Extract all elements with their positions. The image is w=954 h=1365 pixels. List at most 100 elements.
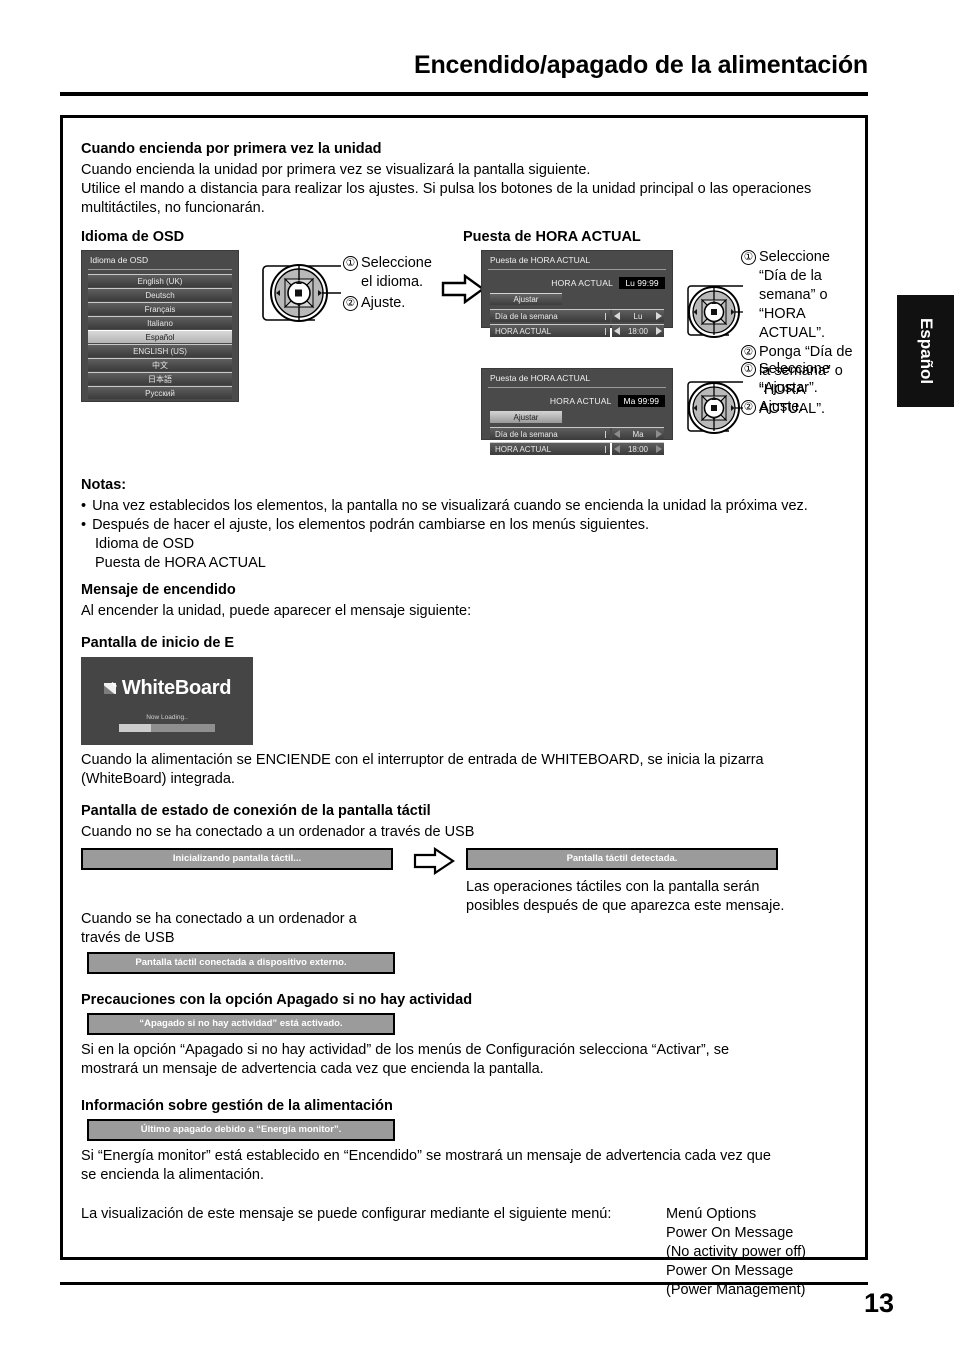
bullet-icon: • (81, 498, 87, 514)
note-bullet-1: Una vez establecidos los elementos, la p… (92, 498, 808, 514)
heading-power-message: Mensaje de encendido (81, 582, 236, 598)
clock-row-value: Ma (612, 428, 664, 440)
step-row: ① Seleccione el idioma. (343, 254, 443, 292)
first-power-line1: Cuando encienda la unidad por primera ve… (81, 162, 591, 178)
heading-power-management: Información sobre gestión de la alimenta… (81, 1098, 393, 1114)
heading-whiteboard: Pantalla de inicio de E (81, 635, 235, 651)
osd-language-item[interactable]: 日本語 (88, 372, 232, 385)
config-menu-line: Power On Message (666, 1263, 794, 1279)
osd-language-steps: ① Seleccione el idioma. ② Ajuste. (343, 254, 443, 313)
config-menu-intro: La visualización de este mensaje se pued… (81, 1206, 612, 1222)
step-row: ② Ajuste. (343, 294, 443, 313)
msg-initializing-touch: Inicializando pantalla táctil... (81, 848, 393, 870)
osd-language-item[interactable]: 中文 (88, 358, 232, 371)
whiteboard-splash-wrapper: WhiteBoard Now Loading.. (81, 655, 853, 751)
osd-language-item[interactable]: English (UK) (88, 274, 232, 287)
msg-touch-detected: Pantalla táctil detectada. (466, 848, 778, 870)
clock-row-value: 18:00 (612, 443, 664, 455)
clock-row-value-text: 18:00 (627, 327, 649, 336)
whiteboard-splash-screen: WhiteBoard Now Loading.. (81, 657, 253, 745)
step-number: ① (343, 256, 358, 271)
whiteboard-progress-bar (119, 723, 215, 732)
whiteboard-loading-text: Now Loading.. (146, 713, 188, 721)
touch-case1-label: Cuando no se ha conectado a un ordenador… (81, 824, 475, 840)
no-activity-line2: mostrará un mensaje de advertencia cada … (81, 1061, 544, 1077)
content-inner: Cuando encienda por primera vez la unida… (81, 140, 853, 1305)
setup-diagrams: Idioma de OSD English (UK) Deutsch Françai… (81, 249, 853, 476)
power-management-line2: se encienda la alimentación. (81, 1167, 264, 1183)
clock-row-label: Día de la semana (490, 428, 610, 440)
note-bullet-row: • Después de hacer el ajuste, los elemen… (81, 516, 853, 535)
step-text: Seleccione el idioma. (361, 255, 432, 290)
current-time-label: HORA ACTUAL (551, 278, 613, 288)
osd-language-item[interactable]: ENGLISH (US) (88, 344, 232, 357)
step-row: ② Ajuste. (741, 398, 859, 417)
right-arrow-icon[interactable] (656, 445, 662, 453)
current-time-label: HORA ACTUAL (549, 396, 612, 406)
right-arrow-icon[interactable] (656, 327, 662, 335)
first-power-line2: Utilice el mando a distancia para realiz… (81, 181, 812, 197)
whiteboard-line1: Cuando la alimentación se ENCIENDE con e… (81, 752, 764, 768)
msg-last-power-off: Último apagado debido a “Energía monitor… (87, 1119, 395, 1141)
note-sub-2: Puesta de HORA ACTUAL (95, 555, 266, 571)
left-arrow-icon[interactable] (614, 430, 620, 438)
left-arrow-icon[interactable] (614, 445, 620, 453)
left-arrow-icon[interactable] (614, 327, 620, 335)
step-number: ① (741, 250, 756, 265)
current-time-value: Lu 99:99 (619, 277, 665, 289)
clock-row-weekday[interactable]: Día de la semana Ma (490, 427, 664, 440)
clock-row-label: Día de la semana (490, 310, 610, 322)
page-title: Encendido/apagado de la alimentación (413, 51, 868, 79)
page-header: Encendido/apagado de la alimentación (60, 48, 868, 98)
clock-panel-1-title: Puesta de HORA ACTUAL (490, 255, 591, 265)
osd-language-item[interactable]: Deutsch (88, 288, 232, 301)
touch-case2-label-line1: Cuando se ha conectado a un ordenador a (81, 911, 357, 927)
config-menu-line: (No activity power off) (666, 1244, 806, 1260)
step-number: ① (741, 362, 756, 377)
osd-language-item[interactable]: Français (88, 302, 232, 315)
clock-panel-2-current: HORA ACTUAL Ma 99:99 (482, 388, 672, 410)
osd-language-panel-title: Idioma de OSD (90, 255, 149, 265)
clock-row-label: HORA ACTUAL (490, 443, 610, 455)
heading-notes: Notas: (81, 477, 127, 493)
clock-row-label: HORA ACTUAL (490, 325, 610, 337)
page-number: 13 (863, 1288, 894, 1318)
ajustar-button[interactable]: Ajustar (490, 293, 562, 305)
note-bullet-2: Después de hacer el ajuste, los elemento… (92, 517, 650, 533)
remote-dpad-language[interactable] (255, 260, 351, 326)
right-arrow-icon[interactable] (656, 430, 662, 438)
clock-row-time[interactable]: HORA ACTUAL 18:00 (490, 324, 664, 337)
ajustar-button-selected[interactable]: Ajustar (490, 411, 562, 423)
whiteboard-line2: (WhiteBoard) integrada. (81, 771, 235, 787)
heading-osd-language: Idioma de OSD (81, 229, 185, 245)
step-number: ② (343, 296, 358, 311)
left-arrow-icon[interactable] (614, 312, 620, 320)
heading-clock-setup: Puesta de HORA ACTUAL (463, 229, 641, 245)
clock-row-value-text: Ma (632, 430, 644, 439)
note-bullet-row: • Una vez establecidos los elementos, la… (81, 497, 853, 516)
language-side-tab-label: Español (916, 317, 936, 385)
no-activity-line1: Si en la opción “Apagado si no hay activ… (81, 1042, 730, 1058)
bullet-icon: • (81, 517, 87, 533)
step-number: ② (741, 400, 756, 415)
step-number: ② (741, 345, 756, 360)
osd-language-item[interactable]: Español (88, 330, 232, 343)
flow-arrow-icon (441, 274, 485, 304)
power-management-line1: Si “Energía monitor” está establecido en… (81, 1148, 771, 1164)
clock-panel-1-current: HORA ACTUAL Lu 99:99 (482, 270, 672, 292)
osd-language-panel: Idioma de OSD English (UK) Deutsch Françai… (81, 250, 239, 402)
step-row: ① Seleccione “Día de la semana” o “HORA … (741, 248, 859, 343)
clock-row-weekday[interactable]: Día de la semana Lu (490, 309, 664, 322)
right-arrow-icon[interactable] (656, 312, 662, 320)
heading-first-power: Cuando encienda por primera vez la unida… (81, 141, 382, 157)
osd-language-item[interactable]: Italiano (88, 316, 232, 329)
osd-language-list: English (UK) Deutsch Français Italiano Españ… (82, 270, 238, 407)
first-power-line3: multitáctiles, no funcionarán. (81, 200, 265, 216)
touch-detected-note-line2: posibles después de que aparezca este me… (466, 898, 785, 914)
osd-language-item[interactable]: Русский (88, 386, 232, 399)
clock-steps-bottom: ① Seleccione “Ajustar”. ② Ajuste. (741, 360, 859, 417)
footer-divider (60, 1282, 868, 1285)
clock-row-value-text: 18:00 (627, 445, 649, 454)
clock-panel-2: Puesta de HORA ACTUAL HORA ACTUAL Ma 99:… (481, 368, 673, 455)
clock-row-time[interactable]: HORA ACTUAL 18:00 (490, 442, 664, 455)
